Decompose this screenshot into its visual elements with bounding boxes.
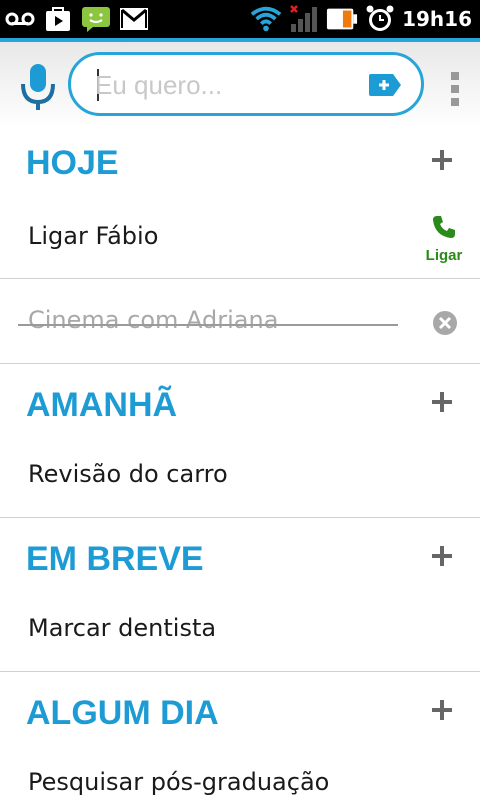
section-hoje: HOJE bbox=[0, 130, 480, 200]
divider bbox=[0, 671, 480, 672]
system-icons: 19h16 bbox=[250, 3, 472, 35]
divider bbox=[0, 363, 480, 364]
list-item[interactable]: Revisão do carro bbox=[0, 436, 480, 516]
alarm-icon bbox=[364, 3, 396, 35]
list-item[interactable]: Marcar dentista bbox=[0, 590, 480, 670]
gmail-icon bbox=[118, 3, 150, 35]
divider bbox=[0, 517, 480, 518]
task-text: Revisão do carro bbox=[28, 460, 228, 488]
add-task-icon[interactable] bbox=[424, 692, 460, 728]
add-tag-icon[interactable] bbox=[367, 73, 403, 97]
task-text: Pesquisar pós-graduação bbox=[28, 768, 330, 796]
list-item-done[interactable]: Cinema com Adriana bbox=[0, 282, 480, 362]
signal-icon bbox=[288, 3, 320, 35]
section-title: ALGUM DIA bbox=[26, 694, 219, 732]
task-text: Ligar Fábio bbox=[28, 222, 159, 250]
task-text: Cinema com Adriana bbox=[28, 306, 279, 334]
add-task-icon[interactable] bbox=[424, 142, 460, 178]
section-amanha: AMANHÃ bbox=[0, 372, 480, 442]
add-task-icon[interactable] bbox=[424, 384, 460, 420]
voicemail-icon bbox=[4, 3, 36, 35]
phone-icon bbox=[433, 216, 455, 238]
call-label: Ligar bbox=[425, 247, 463, 264]
sms-icon bbox=[80, 3, 112, 35]
strikethrough-line bbox=[18, 324, 398, 326]
status-clock: 19h16 bbox=[402, 7, 472, 31]
divider bbox=[0, 278, 480, 279]
list-item[interactable]: Pesquisar pós-graduação bbox=[0, 744, 480, 800]
mic-icon[interactable] bbox=[18, 62, 58, 112]
add-task-icon[interactable] bbox=[424, 538, 460, 574]
task-input[interactable] bbox=[95, 67, 365, 103]
task-text: Marcar dentista bbox=[28, 614, 217, 642]
battery-icon bbox=[326, 3, 358, 35]
section-title: HOJE bbox=[26, 144, 119, 182]
section-title: AMANHÃ bbox=[26, 386, 178, 424]
list-item[interactable]: Ligar Fábio Ligar bbox=[0, 198, 480, 278]
section-em-breve: EM BREVE bbox=[0, 526, 480, 596]
call-button[interactable]: Ligar bbox=[422, 214, 466, 264]
search-box[interactable] bbox=[68, 52, 424, 116]
play-store-icon bbox=[42, 3, 74, 35]
status-bar: 19h16 bbox=[0, 0, 480, 38]
section-algum-dia: ALGUM DIA bbox=[0, 680, 480, 750]
notification-icons bbox=[4, 3, 150, 35]
wifi-icon bbox=[250, 3, 282, 35]
remove-icon[interactable] bbox=[432, 310, 458, 336]
section-title: EM BREVE bbox=[26, 540, 204, 578]
app-header bbox=[0, 38, 480, 128]
overflow-menu-icon[interactable] bbox=[450, 72, 460, 106]
